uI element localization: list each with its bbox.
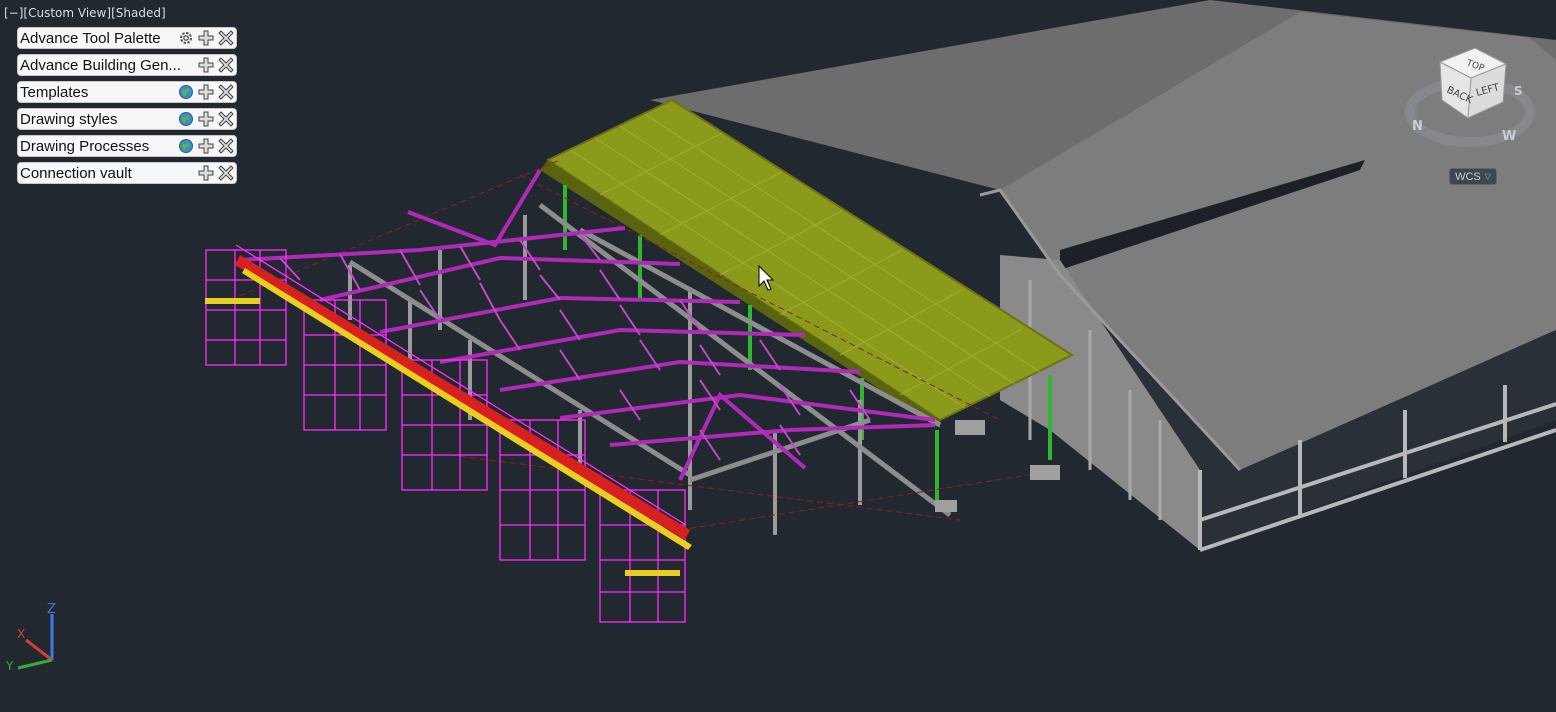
gear-icon[interactable] [176, 29, 195, 48]
compass-n-label[interactable]: N [1412, 119, 1423, 134]
palette-label: Templates [20, 83, 89, 101]
scaffolding [205, 244, 687, 623]
close-icon[interactable] [216, 110, 235, 129]
close-icon[interactable] [216, 56, 235, 75]
close-icon[interactable] [216, 83, 235, 102]
footings [935, 420, 1060, 512]
palette-drawing-processes[interactable]: Drawing Processes [17, 135, 237, 157]
plus-icon[interactable] [196, 56, 215, 75]
wcs-menu-button[interactable]: WCS ▽ [1449, 168, 1497, 185]
wcs-label: WCS [1455, 170, 1481, 183]
plus-icon[interactable] [196, 110, 215, 129]
plus-icon[interactable] [196, 137, 215, 156]
close-icon[interactable] [216, 164, 235, 183]
scaffold-planks [205, 255, 692, 576]
ucs-y-label: Y [5, 659, 14, 673]
ucs-x-label: X [17, 627, 25, 641]
palette-advance-building-generator[interactable]: Advance Building Gen... [17, 54, 237, 76]
palette-stack: Advance Tool Palette Advance Building Ge… [17, 27, 237, 189]
palette-advance-tool-palette[interactable]: Advance Tool Palette [17, 27, 237, 49]
globe-icon[interactable] [176, 110, 195, 129]
caret-down-icon: ▽ [1484, 172, 1491, 181]
viewport-controls-menu[interactable]: [−] [4, 6, 23, 20]
view-menu[interactable]: [Custom View] [23, 6, 111, 20]
plus-icon[interactable] [196, 83, 215, 102]
palette-label: Advance Building Gen... [20, 56, 181, 74]
plus-icon[interactable] [196, 29, 215, 48]
palette-label: Drawing styles [20, 110, 118, 128]
palette-label: Advance Tool Palette [20, 29, 161, 47]
ucs-z-label: Z [47, 602, 56, 617]
visual-style-menu[interactable]: [Shaded] [111, 6, 166, 20]
palette-templates[interactable]: Templates [17, 81, 237, 103]
ucs-icon: Z X Y [5, 602, 56, 673]
globe-icon[interactable] [176, 137, 195, 156]
palette-connection-vault[interactable]: Connection vault [17, 162, 237, 184]
palette-drawing-styles[interactable]: Drawing styles [17, 108, 237, 130]
palette-label: Connection vault [20, 164, 132, 182]
close-icon[interactable] [216, 29, 235, 48]
compass-w-label[interactable]: W [1502, 129, 1516, 144]
plus-icon[interactable] [196, 164, 215, 183]
globe-icon[interactable] [176, 83, 195, 102]
compass-s-label[interactable]: S [1514, 84, 1523, 98]
viewport-controls-label: [−][Custom View][Shaded] [4, 6, 166, 20]
palette-label: Drawing Processes [20, 137, 150, 155]
close-icon[interactable] [216, 137, 235, 156]
